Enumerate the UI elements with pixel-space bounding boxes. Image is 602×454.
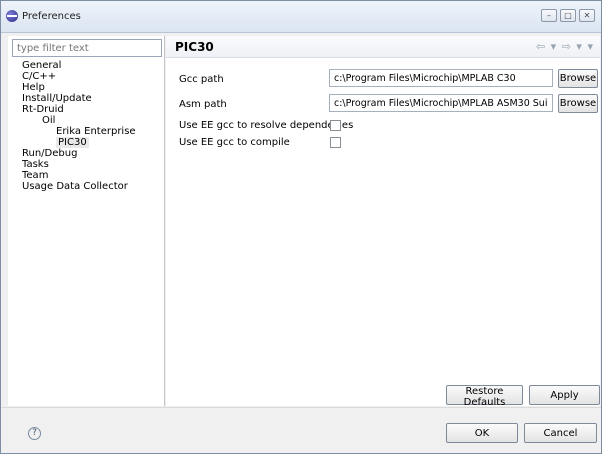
ok-button[interactable]: OK <box>446 423 518 443</box>
tree-item-help[interactable]: Help <box>22 82 45 93</box>
asm-path-label: Asm path <box>179 99 227 110</box>
gcc-browse-button[interactable]: Browse <box>558 69 598 88</box>
tree-item-oil[interactable]: Oil <box>42 115 55 126</box>
view-menu-icon[interactable]: ▾ <box>587 40 594 53</box>
restore-defaults-button[interactable]: Restore Defaults <box>446 385 523 408</box>
page-title: PIC30 <box>175 40 214 54</box>
tree-item-run-debug[interactable]: Run/Debug <box>22 148 77 159</box>
title-bar: Preferences – □ ✕ <box>1 1 601 33</box>
asm-browse-button[interactable]: Browse <box>558 94 598 113</box>
gcc-path-input[interactable] <box>329 69 553 87</box>
eclipse-icon <box>6 10 18 22</box>
maximize-button[interactable]: □ <box>560 9 576 22</box>
gcc-path-label: Gcc path <box>179 74 224 85</box>
apply-button[interactable]: Apply <box>529 385 600 405</box>
resolve-dependencies-label: Use EE gcc to resolve dependecies <box>179 120 354 131</box>
back-arrow-icon[interactable]: ⇦ ▾ <box>536 40 557 53</box>
preference-page: PIC30 ⇦ ▾ ⇨ ▾ ▾ Gcc path Browse Asm path… <box>166 36 600 408</box>
tree-item-team[interactable]: Team <box>22 170 48 181</box>
window-title: Preferences <box>22 11 81 22</box>
dialog-button-bar: ? OK Cancel <box>1 407 601 453</box>
tree-item-install-update[interactable]: Install/Update <box>22 93 92 104</box>
cancel-button[interactable]: Cancel <box>524 423 597 443</box>
compile-checkbox[interactable] <box>330 137 341 148</box>
window-controls: – □ ✕ <box>538 9 595 22</box>
help-icon[interactable]: ? <box>28 427 41 440</box>
forward-arrow-icon[interactable]: ⇨ ▾ <box>562 40 583 53</box>
page-navigation: ⇦ ▾ ⇨ ▾ ▾ <box>536 40 594 53</box>
tree-item-pic30[interactable]: PIC30 <box>56 137 89 148</box>
close-button[interactable]: ✕ <box>579 9 595 22</box>
tree-item-usage-data-collector[interactable]: Usage Data Collector <box>22 181 128 192</box>
tree-item-tasks[interactable]: Tasks <box>22 159 49 170</box>
page-header: PIC30 ⇦ ▾ ⇨ ▾ ▾ <box>166 36 600 58</box>
tree-item-rt-druid[interactable]: Rt-Druid <box>22 104 64 115</box>
minimize-button[interactable]: – <box>541 9 557 22</box>
compile-label: Use EE gcc to compile <box>179 137 290 148</box>
preferences-window: Preferences – □ ✕ General C/C++ Help Ins… <box>0 0 602 454</box>
asm-path-input[interactable] <box>329 94 553 112</box>
tree-item-cpp[interactable]: C/C++ <box>22 71 56 82</box>
tree-item-general[interactable]: General <box>22 60 61 71</box>
filter-input[interactable] <box>12 39 162 57</box>
preference-tree-pane: General C/C++ Help Install/Update Rt-Dru… <box>8 36 165 406</box>
resolve-dependencies-checkbox[interactable] <box>330 120 341 131</box>
tree-item-erika-enterprise[interactable]: Erika Enterprise <box>56 126 136 137</box>
